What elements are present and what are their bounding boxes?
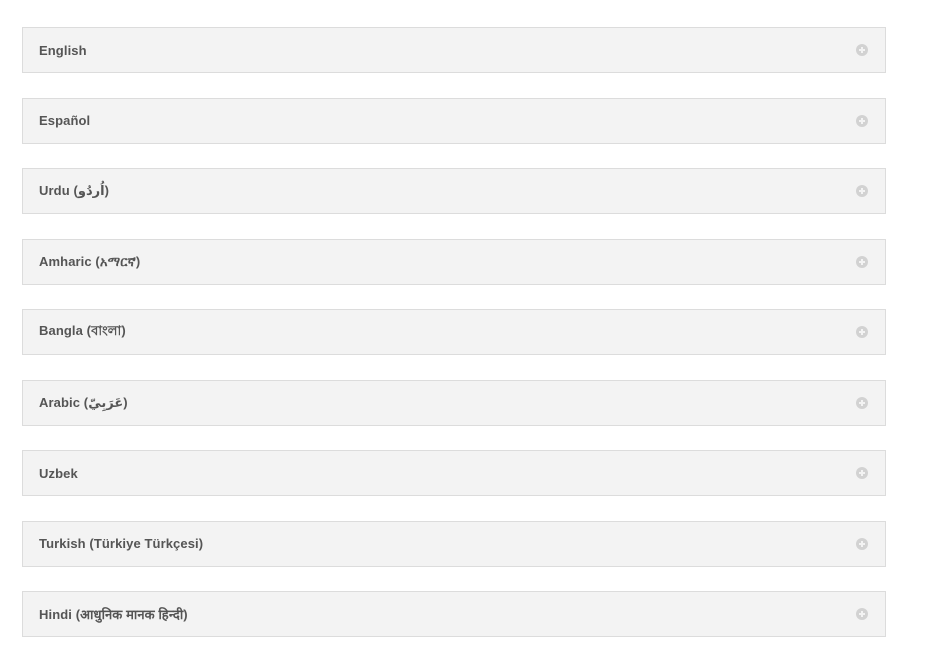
accordion-item-label: Amharic (አማርኛ) (39, 253, 141, 269)
accordion-item-label: Arabic (عَرَبِيّ) (39, 394, 128, 410)
accordion-item-arabic[interactable]: Arabic (عَرَبِيّ) (22, 379, 886, 426)
plus-circle-icon[interactable] (856, 44, 868, 56)
accordion-item-amharic[interactable]: Amharic (አማርኛ) (22, 238, 886, 285)
accordion-item-uzbek[interactable]: Uzbek (22, 450, 886, 496)
accordion-item-label: Bangla (বাংলা) (39, 322, 126, 338)
plus-circle-icon[interactable] (856, 396, 868, 409)
plus-circle-icon[interactable] (856, 467, 868, 479)
accordion-item-bangla[interactable]: Bangla (বাংলা) (22, 309, 886, 355)
plus-circle-icon[interactable] (856, 537, 868, 550)
plus-circle-icon[interactable] (856, 608, 868, 620)
plus-circle-icon[interactable] (856, 255, 868, 268)
accordion-item-label: Hindi (आधुनिक मानक हिन्दी) (39, 607, 188, 622)
accordion-item-label: Español (39, 113, 91, 128)
plus-circle-icon[interactable] (856, 185, 868, 197)
accordion-item-turkish[interactable]: Turkish (Türkiye Türkçesi) (22, 520, 886, 567)
accordion-item-urdu[interactable]: Urdu (اُردُو) (22, 168, 886, 214)
accordion-item-label: Uzbek (39, 465, 78, 481)
accordion-item-hindi[interactable]: Hindi (आधुनिक मानक हिन्दी) (22, 591, 886, 637)
language-accordion: English Español Urdu (اُردُو) Amharic (አ… (22, 27, 886, 637)
accordion-item-english[interactable]: English (22, 27, 886, 73)
plus-circle-icon[interactable] (856, 114, 868, 127)
plus-circle-icon[interactable] (856, 326, 868, 338)
accordion-item-label: Turkish (Türkiye Türkçesi) (39, 536, 204, 551)
accordion-item-espanol[interactable]: Español (22, 97, 886, 144)
accordion-item-label: English (39, 42, 87, 58)
accordion-item-label: Urdu (اُردُو) (39, 183, 110, 198)
